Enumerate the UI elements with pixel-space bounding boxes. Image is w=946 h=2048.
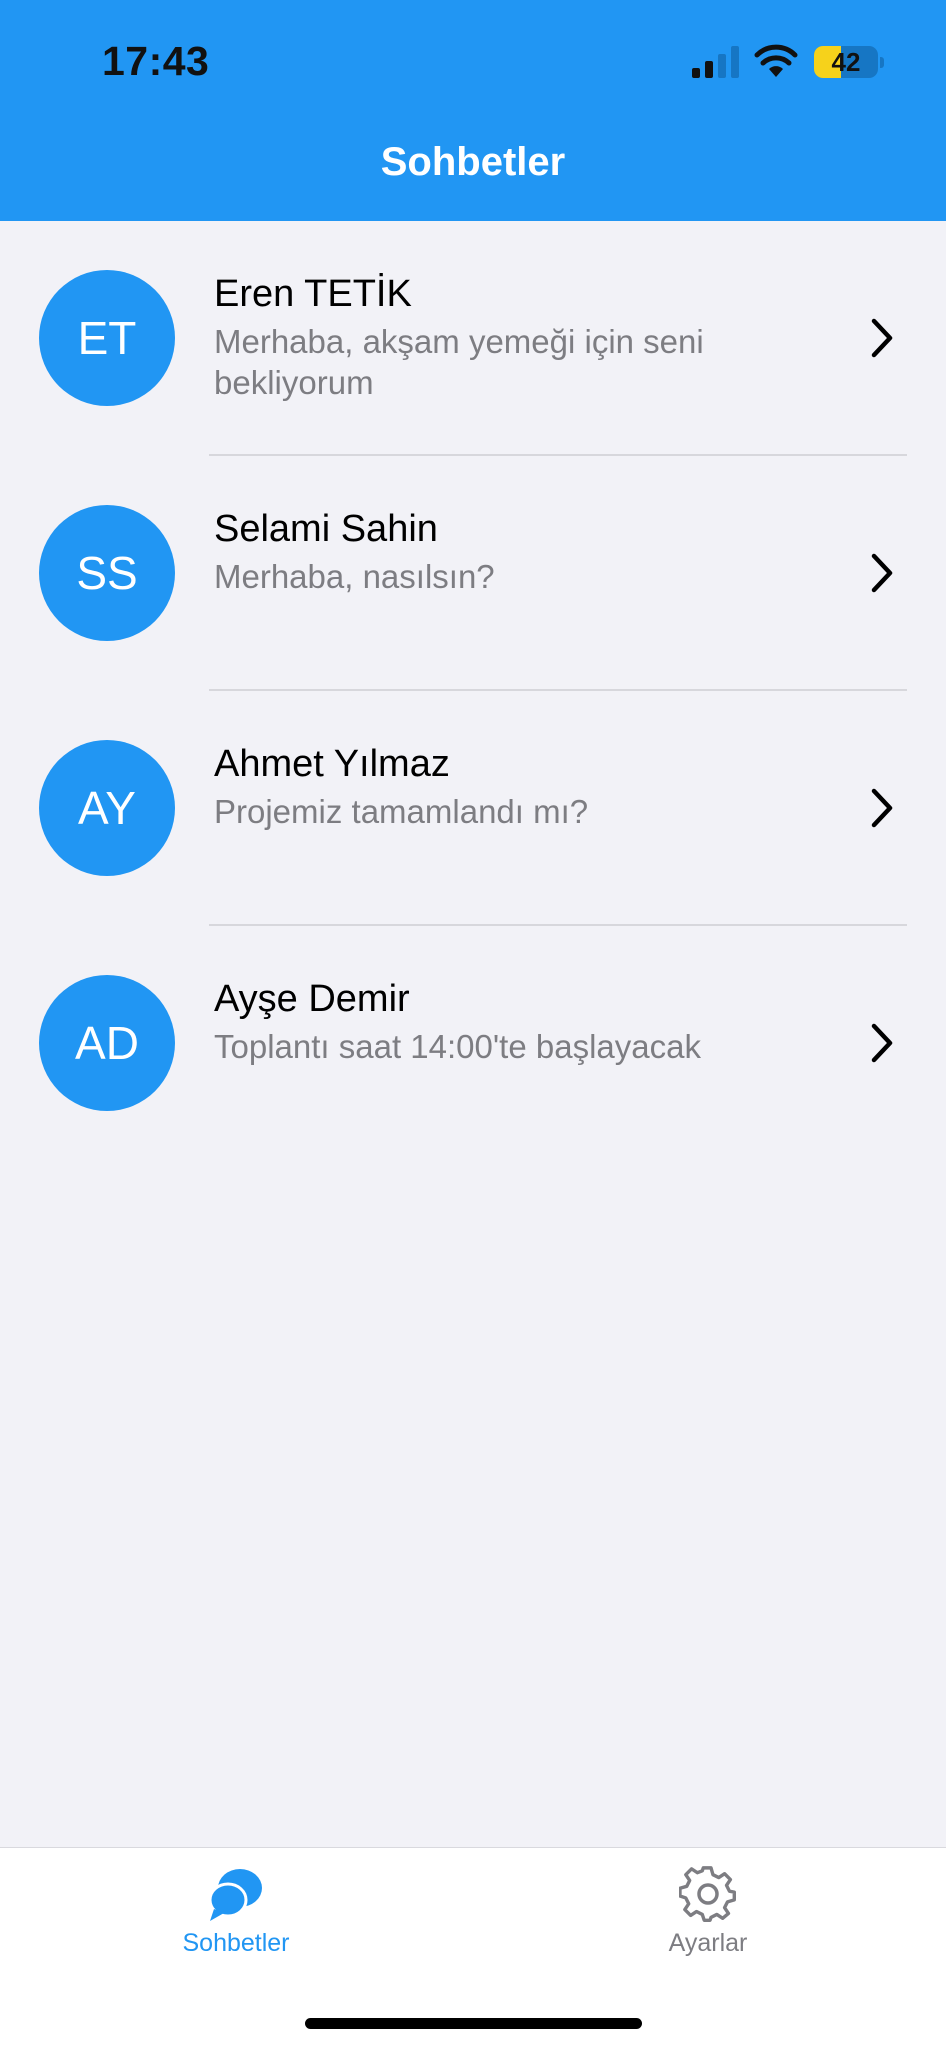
battery-tip <box>880 57 884 68</box>
chat-name: Ayşe Demir <box>214 978 410 1020</box>
chevron-right-icon <box>871 1023 893 1063</box>
chevron-right-icon <box>871 553 893 593</box>
avatar: AD <box>39 975 175 1111</box>
chevron-right-icon <box>871 788 893 828</box>
chat-row[interactable]: ET Eren TETİK Merhaba, akşam yemeği için… <box>0 221 946 456</box>
tab-bar: Sohbetler Ayarlar <box>0 1847 946 2048</box>
status-time: 17:43 <box>102 38 210 84</box>
avatar: SS <box>39 505 175 641</box>
battery-body: 42 <box>814 46 878 78</box>
tab-label: Sohbetler <box>182 1929 290 1957</box>
chat-list: ET Eren TETİK Merhaba, akşam yemeği için… <box>0 221 946 1161</box>
chat-preview: Merhaba, nasılsın? <box>214 558 495 595</box>
tab-label: Ayarlar <box>668 1929 748 1957</box>
chat-row[interactable]: AY Ahmet Yılmaz Projemiz tamamlandı mı? <box>0 691 946 926</box>
home-indicator <box>305 2018 642 2029</box>
battery-icon: 42 <box>814 44 884 80</box>
avatar: AY <box>39 740 175 876</box>
chat-preview: Toplantı saat 14:00'te başlayacak <box>214 1028 701 1065</box>
chat-preview: Merhaba, akşam yemeği için seni bekliyor… <box>214 323 704 401</box>
wifi-icon <box>754 44 798 77</box>
page-title: Sohbetler <box>380 140 566 184</box>
chat-preview: Projemiz tamamlandı mı? <box>214 793 589 830</box>
gear-icon <box>679 1866 736 1922</box>
header: 17:43 42 Sohbetler <box>0 0 946 221</box>
chat-name: Selami Sahin <box>214 508 438 550</box>
status-bar: 17:43 42 <box>0 0 946 110</box>
tab-chats[interactable]: Sohbetler <box>126 1848 346 1978</box>
chat-name: Ahmet Yılmaz <box>214 743 450 785</box>
battery-percentage: 42 <box>831 47 861 77</box>
chat-row[interactable]: SS Selami Sahin Merhaba, nasılsın? <box>0 456 946 691</box>
chat-name: Eren TETİK <box>214 273 412 315</box>
tab-settings[interactable]: Ayarlar <box>598 1848 818 1978</box>
chat-bubbles-icon <box>208 1869 262 1921</box>
app-screen: 17:43 42 Sohbetler ET Eren TETİK Merhaba… <box>0 0 946 2048</box>
chat-row[interactable]: AD Ayşe Demir Toplantı saat 14:00'te baş… <box>0 926 946 1161</box>
avatar: ET <box>39 270 175 406</box>
cellular-signal-icon <box>692 46 739 78</box>
chevron-right-icon <box>871 318 893 358</box>
